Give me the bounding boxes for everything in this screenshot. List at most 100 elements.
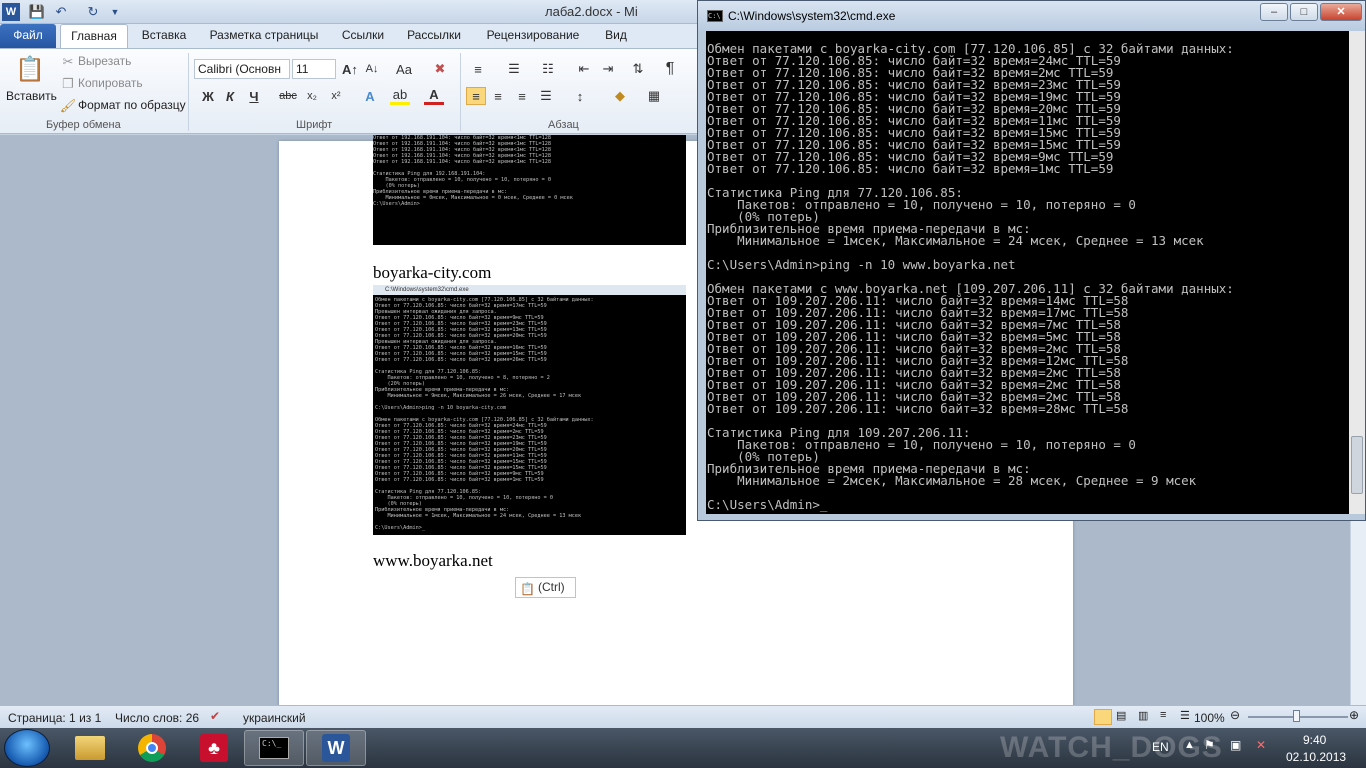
sort-icon[interactable]: ⇅ — [628, 60, 648, 78]
justify-icon[interactable]: ☰ — [536, 87, 556, 105]
format-painter-button[interactable]: Формат по образцу — [78, 98, 186, 112]
taskbar: ♣ C:\_ W WATCH_DOGS EN ▲ ⚑ ▣ ✕ 9:40 02.1… — [0, 728, 1366, 768]
status-word-count[interactable]: Число слов: 26 — [115, 711, 199, 725]
cmd-window[interactable]: C:\ C:\Windows\system32\cmd.exe – □ ✕ Об… — [697, 0, 1366, 521]
group-separator — [460, 53, 461, 131]
tab-references[interactable]: Ссылки — [336, 24, 390, 48]
decrease-indent-icon[interactable]: ⇤ — [574, 60, 594, 78]
increase-indent-icon[interactable]: ⇥ — [598, 60, 618, 78]
console-line: C:\Users\Admin>ping -n 10 www.boyarka.ne… — [707, 257, 1016, 272]
subscript-icon[interactable]: x₂ — [302, 87, 322, 105]
word-icon[interactable]: W — [2, 3, 20, 21]
pilcrow-icon[interactable]: ¶ — [660, 60, 680, 78]
tab-review[interactable]: Рецензирование — [478, 24, 588, 48]
bullets-icon[interactable]: ≡ — [468, 60, 488, 78]
tray-flag-icon[interactable]: ⚑ — [1204, 738, 1215, 752]
minimize-button[interactable]: – — [1260, 3, 1288, 21]
close-button[interactable]: ✕ — [1320, 3, 1362, 21]
paste-options-button[interactable]: 📋 (Ctrl) — [515, 577, 576, 598]
highlight-icon[interactable]: ab — [390, 87, 410, 105]
borders-icon[interactable]: ▦ — [644, 87, 664, 105]
clear-format-icon[interactable]: ✖ — [430, 60, 450, 78]
outline-view-icon[interactable]: ≡ — [1160, 709, 1166, 721]
paste-options-label: (Ctrl) — [538, 580, 565, 594]
console-line: C:\Users\Admin>_ — [707, 497, 828, 512]
start-orb-icon[interactable] — [4, 729, 50, 767]
tab-page-layout[interactable]: Разметка страницы — [204, 24, 324, 48]
status-bar: Страница: 1 из 1 Число слов: 26 ✔ украин… — [0, 705, 1366, 728]
web-layout-icon[interactable]: ▥ — [1138, 709, 1148, 722]
tab-mailings[interactable]: Рассылки — [402, 24, 466, 48]
cmd-titlebar[interactable]: C:\ C:\Windows\system32\cmd.exe – □ ✕ — [698, 1, 1365, 31]
status-page[interactable]: Страница: 1 из 1 — [8, 711, 101, 725]
zoom-in-icon[interactable]: ⊕ — [1349, 708, 1359, 722]
save-icon[interactable]: 💾 — [28, 3, 46, 21]
paste-button[interactable]: Вставить — [6, 89, 57, 103]
format-painter-icon[interactable]: 🖌 — [58, 97, 78, 115]
tab-view[interactable]: Вид — [598, 24, 634, 48]
cmd-scrollbar[interactable] — [1349, 31, 1365, 514]
screenshot-2-title: C:\Windows\system32\cmd.exe — [373, 285, 686, 295]
clock-date[interactable]: 02.10.2013 — [1286, 750, 1346, 764]
align-center-icon[interactable]: ≡ — [488, 87, 508, 105]
chrome-icon[interactable] — [122, 730, 182, 766]
reading-view-icon[interactable]: ▤ — [1116, 709, 1126, 722]
language-indicator[interactable]: EN — [1152, 740, 1169, 754]
tray-monitor-icon[interactable]: ▣ — [1230, 738, 1241, 752]
console-line: Минимальное = 1мсек, Максимальное = 24 м… — [707, 233, 1204, 248]
bold-icon[interactable]: Ж — [198, 87, 218, 105]
explorer-icon[interactable] — [60, 730, 120, 766]
proofing-icon[interactable]: ✔ — [210, 709, 220, 723]
acrobat-icon[interactable]: ♣ — [184, 730, 244, 766]
zoom-level[interactable]: 100% — [1194, 711, 1225, 725]
shrink-font-icon[interactable]: A↓ — [362, 60, 382, 78]
tab-file[interactable]: Файл — [0, 24, 56, 48]
redo-icon[interactable]: ↻ — [84, 3, 102, 21]
print-layout-icon[interactable] — [1094, 709, 1112, 725]
clipboard-group-label: Буфер обмена — [46, 119, 121, 131]
text-effects-icon[interactable]: A — [360, 87, 380, 105]
cmd-scrollbar-thumb[interactable] — [1351, 436, 1363, 494]
maximize-button[interactable]: □ — [1290, 3, 1318, 21]
network-icon[interactable]: ✕ — [1256, 738, 1266, 752]
cmd-icon: C:\ — [707, 10, 723, 22]
align-right-icon[interactable]: ≡ — [512, 87, 532, 105]
copy-button[interactable]: Копировать — [78, 76, 143, 90]
cmd-taskbar-icon[interactable]: C:\_ — [244, 730, 304, 766]
paste-icon[interactable]: 📋 — [14, 53, 46, 85]
grow-font-icon[interactable]: A↑ — [340, 60, 360, 78]
paragraph-group-label: Абзац — [548, 119, 579, 131]
zoom-slider-thumb[interactable] — [1293, 710, 1300, 722]
line-spacing-icon[interactable]: ↕ — [570, 87, 590, 105]
multilevel-list-icon[interactable]: ☷ — [538, 60, 558, 78]
draft-view-icon[interactable]: ☰ — [1180, 709, 1190, 722]
superscript-icon[interactable]: x² — [326, 87, 346, 105]
font-size-combo[interactable]: 11 — [292, 59, 336, 79]
italic-icon[interactable]: К — [220, 87, 240, 105]
font-name-combo[interactable]: Calibri (Основн — [194, 59, 290, 79]
shading-icon[interactable]: ◆ — [610, 87, 630, 105]
clock-time[interactable]: 9:40 — [1303, 733, 1326, 747]
status-language[interactable]: украинский — [243, 711, 306, 725]
tab-home[interactable]: Главная — [60, 24, 128, 48]
console-line: Минимальное = 2мсек, Максимальное = 28 м… — [707, 473, 1197, 488]
change-case-icon[interactable]: Aa — [394, 60, 414, 78]
strikethrough-icon[interactable]: abc — [278, 87, 298, 105]
zoom-out-icon[interactable]: ⊖ — [1230, 708, 1240, 722]
font-color-icon[interactable]: A — [424, 87, 444, 105]
numbering-icon[interactable]: ☰ — [504, 60, 524, 78]
underline-icon[interactable]: Ч — [244, 87, 264, 105]
qat-customize-icon[interactable]: ▼ — [106, 3, 124, 21]
align-left-icon[interactable]: ≡ — [466, 87, 486, 105]
embedded-screenshot-1: Ответ от 192.168.191.104: число байт=32 … — [373, 135, 686, 245]
undo-icon[interactable]: ↶ — [52, 3, 70, 21]
tray-expand-icon[interactable]: ▲ — [1184, 739, 1195, 751]
cut-icon[interactable]: ✂ — [58, 53, 78, 71]
copy-icon[interactable]: ❐ — [58, 75, 78, 93]
cut-button[interactable]: Вырезать — [78, 54, 131, 68]
embedded-screenshot-2: C:\Windows\system32\cmd.exe Обмен пакета… — [373, 285, 686, 535]
console-lines: Обмен пакетами с boyarka-city.com [77.12… — [707, 42, 1234, 512]
console-output[interactable]: Обмен пакетами с boyarka-city.com [77.12… — [706, 31, 1349, 514]
tab-insert[interactable]: Вставка — [136, 24, 192, 48]
word-taskbar-icon[interactable]: W — [306, 730, 366, 766]
